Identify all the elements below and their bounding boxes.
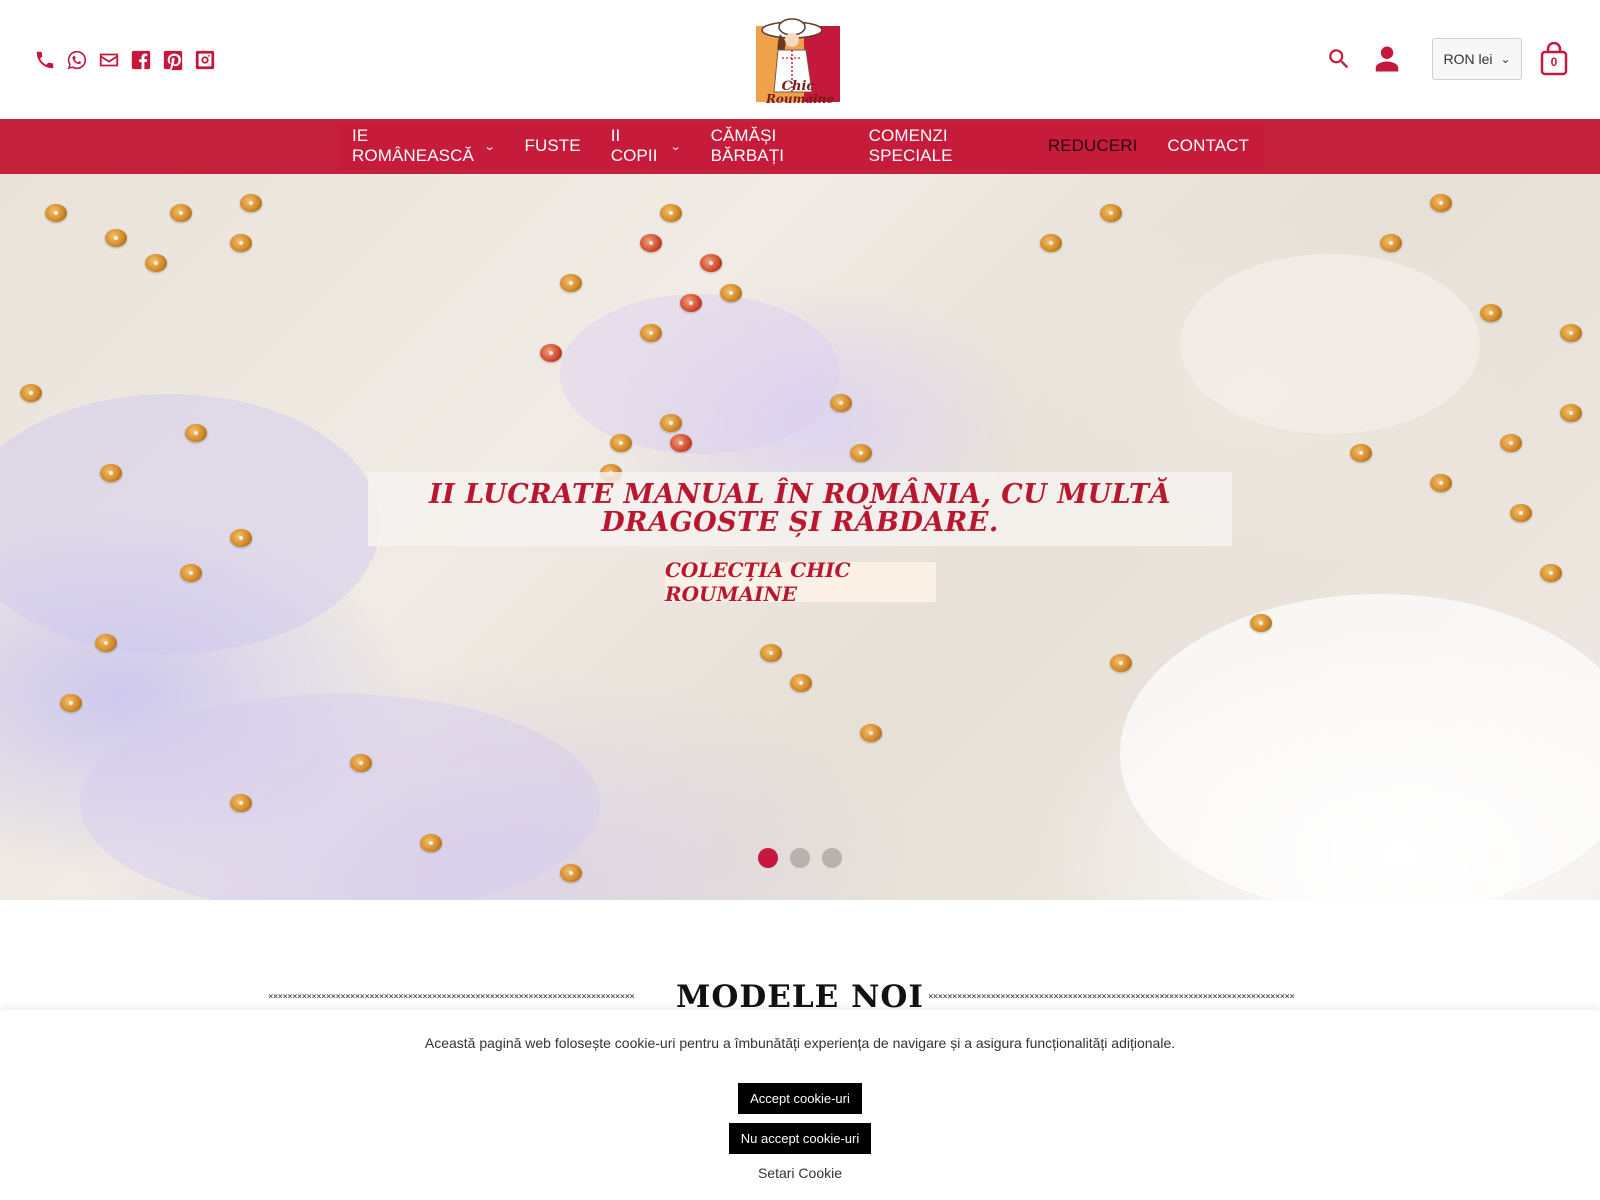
cart-count: 0 (1550, 55, 1558, 69)
hero-slider[interactable]: II LUCRATE MANUAL ÎN ROMÂNIA, CU MULTĂ D… (0, 174, 1600, 900)
nav-item-label: CONTACT (1167, 136, 1250, 155)
phone-icon[interactable] (34, 49, 56, 71)
cookie-banner: Această pagină web folosește cookie-uri … (0, 1010, 1600, 1200)
facebook-icon[interactable] (130, 49, 152, 71)
email-icon[interactable] (98, 49, 120, 71)
search-icon[interactable] (1326, 46, 1352, 72)
nav-item-ii-copii[interactable]: II COPII ⌄ (596, 123, 696, 169)
cart-button[interactable]: 0 (1540, 41, 1568, 76)
hero-title: II LUCRATE MANUAL ÎN ROMÂNIA, CU MULTĂ D… (428, 479, 1171, 538)
nav-menu: IE ROMÂNEASCĂ ⌄ FUSTE II COPII ⌄ CĂMĂȘI … (337, 123, 1264, 169)
nav-item-ie-romaneasca[interactable]: IE ROMÂNEASCĂ ⌄ (337, 123, 510, 169)
accept-cookies-button[interactable]: Accept cookie-uri (738, 1083, 862, 1114)
pinterest-icon[interactable] (162, 49, 184, 71)
hero-title-box: II LUCRATE MANUAL ÎN ROMÂNIA, CU MULTĂ D… (368, 472, 1232, 546)
instagram-icon[interactable] (194, 49, 216, 71)
slider-dots (758, 848, 842, 868)
slider-dot-3[interactable] (822, 848, 842, 868)
nav-item-label: CĂMĂȘI BĂRBAȚI (710, 126, 785, 165)
nav-item-label: II COPII (610, 126, 658, 165)
chevron-down-icon: ⌄ (483, 140, 496, 153)
nav-item-label: FUSTE (524, 136, 581, 155)
cookie-settings-link[interactable]: Setari Cookie (0, 1165, 1600, 1181)
currency-select[interactable]: RON lei ⌄ (1432, 38, 1522, 80)
site-header: Chic Roumaine RON lei ⌄ 0 (0, 0, 1600, 119)
slider-dot-2[interactable] (790, 848, 810, 868)
nav-item-label: REDUCERI (1047, 136, 1138, 155)
heading-decoration-right: ××××××××××××××××××××××××××××××××××××××××… (927, 992, 1295, 1002)
currency-value: RON lei (1443, 51, 1493, 67)
heading-decoration-left: ××××××××××××××××××××××××××××××××××××××××… (268, 992, 635, 1002)
nav-item-reduceri[interactable]: REDUCERI (1033, 123, 1153, 169)
nav-item-contact[interactable]: CONTACT (1152, 123, 1264, 169)
collection-button[interactable]: COLECȚIA CHIC ROUMAINE (665, 558, 936, 606)
chevron-down-icon: ⌄ (1500, 52, 1511, 66)
site-logo[interactable]: Chic Roumaine (752, 12, 844, 106)
decline-cookies-button[interactable]: Nu accept cookie-uri (729, 1123, 871, 1154)
main-navigation: IE ROMÂNEASCĂ ⌄ FUSTE II COPII ⌄ CĂMĂȘI … (0, 119, 1600, 174)
whatsapp-icon[interactable] (66, 49, 88, 71)
nav-item-camasi-barbati[interactable]: CĂMĂȘI BĂRBAȚI (696, 123, 854, 169)
cookie-message: Această pagină web folosește cookie-uri … (424, 1035, 1176, 1051)
chevron-down-icon: ⌄ (669, 140, 682, 153)
account-icon[interactable] (1372, 44, 1402, 74)
nav-item-label: COMENZI SPECIALE (868, 126, 953, 165)
nav-item-label: IE ROMÂNEASCĂ (352, 126, 474, 165)
nav-item-comenzi-speciale[interactable]: COMENZI SPECIALE (854, 123, 1033, 169)
logo-text-roumaine: Roumaine (765, 92, 834, 106)
header-tools: RON lei ⌄ 0 (1326, 38, 1568, 80)
nav-item-fuste[interactable]: FUSTE (510, 123, 596, 169)
section-heading: ××××××××××××××××××××××××××××××××××××××××… (268, 979, 1332, 1015)
slider-dot-1[interactable] (758, 848, 778, 868)
social-links (34, 49, 216, 71)
